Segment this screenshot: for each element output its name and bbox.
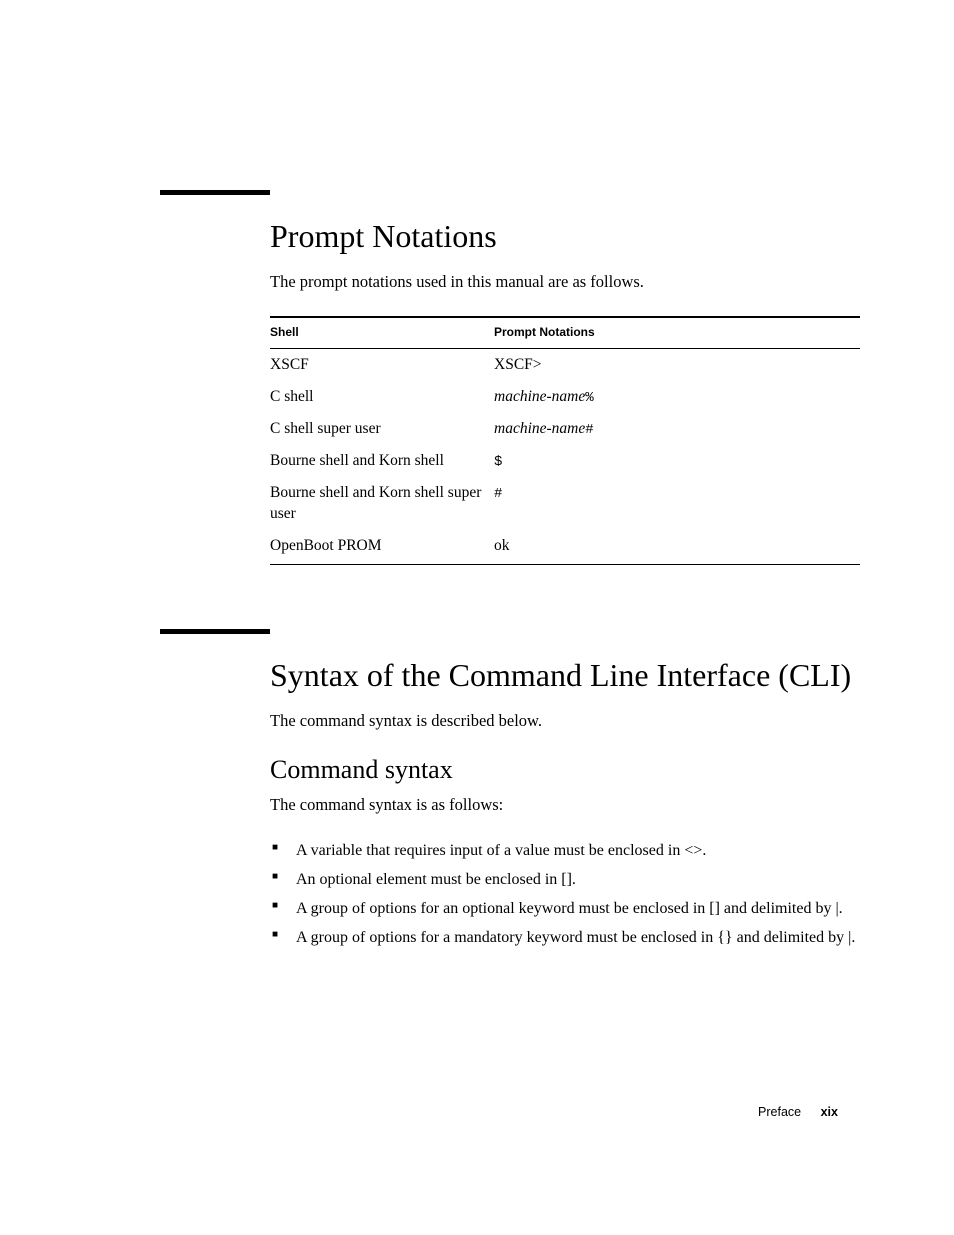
syntax-rules-list: A variable that requires input of a valu… (270, 839, 860, 950)
table-row: OpenBoot PROM ok (270, 530, 860, 565)
cell-notation: XSCF> (494, 355, 860, 375)
content-column: Prompt Notations The prompt notations us… (160, 190, 860, 956)
section-intro: The command syntax is described below. (270, 709, 860, 733)
table-row: Bourne shell and Korn shell $ (270, 445, 860, 477)
subsection-intro: The command syntax is as follows: (270, 793, 860, 817)
page-footer: Preface xix (758, 1105, 838, 1119)
section-intro: The prompt notations used in this manual… (270, 270, 860, 294)
section-heading: Prompt Notations (270, 219, 860, 254)
table-row: Bourne shell and Korn shell super user # (270, 477, 860, 529)
subsection-heading: Command syntax (270, 755, 860, 785)
cell-notation: machine-name# (494, 419, 860, 439)
list-item: An optional element must be enclosed in … (290, 868, 860, 891)
section-heading: Syntax of the Command Line Interface (CL… (270, 658, 860, 693)
cell-shell: Bourne shell and Korn shell super user (270, 483, 494, 523)
cell-notation: # (494, 483, 860, 523)
section-rule (160, 190, 270, 195)
section: Syntax of the Command Line Interface (CL… (160, 629, 860, 950)
table-row: XSCF XSCF> (270, 349, 860, 381)
cell-notation: ok (494, 536, 860, 556)
cell-shell: OpenBoot PROM (270, 536, 494, 556)
page: Prompt Notations The prompt notations us… (0, 0, 954, 1235)
table-header-shell: Shell (270, 325, 494, 341)
cell-shell: XSCF (270, 355, 494, 375)
cell-notation: machine-name% (494, 387, 860, 407)
footer-section-name: Preface (758, 1105, 801, 1119)
cell-shell: C shell super user (270, 419, 494, 439)
list-item: A variable that requires input of a valu… (290, 839, 860, 862)
cell-shell: C shell (270, 387, 494, 407)
footer-page-number: xix (821, 1105, 838, 1119)
table-header-row: Shell Prompt Notations (270, 316, 860, 349)
list-item: A group of options for a mandatory keywo… (290, 926, 860, 949)
table-header-notation: Prompt Notations (494, 325, 860, 341)
table-row: C shell super user machine-name# (270, 413, 860, 445)
cell-shell: Bourne shell and Korn shell (270, 451, 494, 471)
table-row: C shell machine-name% (270, 381, 860, 413)
section-rule (160, 629, 270, 634)
cell-notation: $ (494, 451, 860, 471)
prompt-notations-table: Shell Prompt Notations XSCF XSCF> C shel… (270, 316, 860, 565)
list-item: A group of options for an optional keywo… (290, 897, 860, 920)
